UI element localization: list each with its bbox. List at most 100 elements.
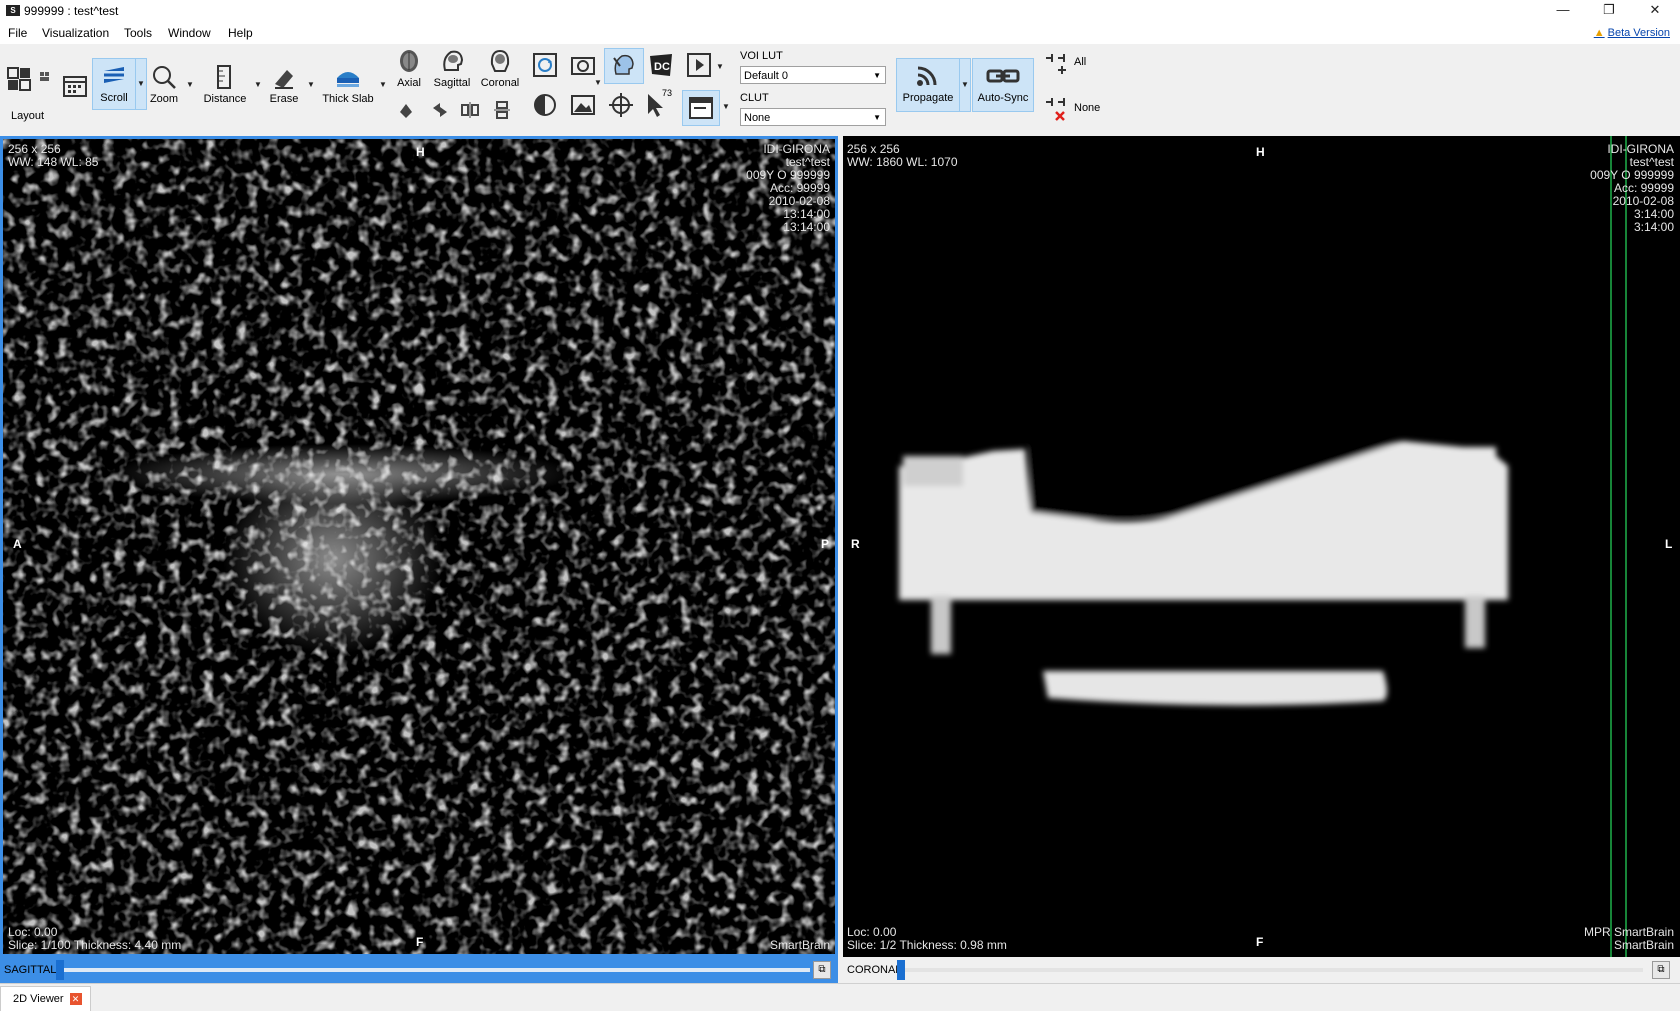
layout-small-icon (40, 72, 49, 81)
flip-button[interactable] (430, 100, 450, 120)
window-title: 999999 : test^test (24, 4, 119, 18)
close-icon[interactable]: ✕ (69, 993, 82, 1006)
right-window-level: WW: 1860 WL: 1070 (847, 155, 958, 169)
sagittal-slice-bar: SAGITTAL ⧉ (0, 957, 838, 983)
scroll-label: Scroll (100, 92, 128, 104)
thick-slab-button[interactable]: Thick Slab (320, 64, 376, 105)
flip-vertical-icon (494, 101, 510, 119)
overlay-toggle-button[interactable] (682, 90, 720, 126)
sagittal-view-button[interactable]: Sagittal (430, 48, 474, 89)
beta-version-label: Beta Version (1607, 27, 1670, 39)
distance-tool-button[interactable]: Distance (200, 64, 250, 105)
coronal-plane-label: CORONAL (847, 964, 902, 976)
coronal-view-button[interactable]: Coronal (478, 48, 522, 89)
left-series: SmartBrain (769, 938, 830, 952)
left-slice-info: Slice: 1/100 Thickness: 4.40 mm (8, 938, 182, 952)
layout-grid-button[interactable] (6, 66, 32, 92)
link-all-button[interactable] (1044, 52, 1070, 76)
zoom-dropdown-arrow[interactable]: ▼ (186, 80, 194, 89)
eraser-icon (275, 70, 293, 89)
right-patient-info: IDI-GIRONA test^test 009Y O 999999 Acc: … (1590, 143, 1674, 234)
rotate-left-button[interactable] (396, 100, 416, 120)
cine-play-button[interactable] (686, 52, 712, 78)
tab-2d-viewer[interactable]: 2D Viewer ✕ (0, 986, 91, 1011)
voi-lut-select[interactable]: Default 0 ▼ (740, 66, 886, 84)
calendar-icon (63, 76, 87, 97)
dicom-dump-button[interactable]: DC (646, 50, 676, 80)
erase-dropdown-arrow[interactable]: ▼ (307, 80, 315, 89)
sagittal-head-icon (443, 50, 464, 71)
menu-bar: File Visualization Tools Window Help ▲ Be… (0, 22, 1680, 44)
restore-button[interactable]: ❐ (1586, 0, 1632, 22)
left-patient-info: IDI-GIRONA test^test 009Y O 999999 Acc: … (746, 143, 830, 234)
zoom-tool-button[interactable]: Zoom (146, 64, 182, 105)
right-orient-left: R (851, 537, 860, 551)
thick-slab-dropdown-arrow[interactable]: ▼ (379, 80, 387, 89)
menu-window[interactable]: Window (168, 26, 211, 40)
overlay-dropdown-arrow[interactable]: ▼ (722, 102, 730, 111)
menu-visualization[interactable]: Visualization (42, 26, 109, 40)
right-series-name: SmartBrain (1613, 938, 1674, 952)
coronal-viewport[interactable]: 256 x 256 WW: 1860 WL: 1070 IDI-GIRONA t… (843, 136, 1680, 957)
invert-button[interactable] (532, 92, 558, 118)
link-none-label[interactable]: None (1074, 102, 1100, 114)
link-none-button[interactable] (1044, 96, 1070, 122)
screenshot-dropdown-arrow[interactable]: ▼ (594, 78, 602, 87)
propagate-dropdown-arrow[interactable]: ▼ (959, 58, 971, 112)
propagate-button[interactable]: Propagate (896, 58, 960, 112)
link-all-label[interactable]: All (1074, 56, 1086, 68)
chevron-down-icon: ▼ (873, 113, 881, 122)
minimize-button[interactable]: — (1540, 0, 1586, 22)
clut-select[interactable]: None ▼ (740, 108, 886, 126)
beta-version-link[interactable]: ▲ Beta Version (1594, 27, 1670, 39)
layout-options-button[interactable] (40, 72, 50, 82)
cine-dropdown-arrow[interactable]: ▼ (716, 62, 724, 71)
thick-slab-label: Thick Slab (322, 93, 374, 105)
left-orient-left: A (13, 537, 22, 551)
close-button[interactable]: ✕ (1632, 0, 1678, 22)
layout-grid-icon (7, 67, 31, 91)
cursor-3d-button[interactable]: 73 (644, 88, 674, 118)
sagittal-maximize-button[interactable]: ⧉ (813, 961, 831, 979)
thick-slab-icon (337, 72, 359, 87)
axial-brain-icon (400, 50, 418, 72)
menu-tools[interactable]: Tools (124, 26, 152, 40)
calendar-button[interactable] (62, 72, 88, 98)
auto-sync-label: Auto-Sync (977, 92, 1029, 104)
coronal-maximize-button[interactable]: ⧉ (1652, 961, 1670, 979)
coronal-slider-track[interactable] (901, 968, 1643, 972)
image-export-button[interactable] (570, 92, 596, 118)
mirror-button[interactable] (460, 100, 480, 120)
left-orient-top: H (416, 145, 425, 159)
screenshot-button[interactable] (570, 52, 598, 78)
dicom-badge-text: DC (654, 61, 670, 73)
sagittal-slider-track[interactable] (58, 968, 810, 972)
cursor-count: 73 (662, 88, 673, 98)
erase-tool-button[interactable]: Erase (264, 64, 304, 105)
auto-sync-button[interactable]: Auto-Sync (972, 58, 1034, 112)
axial-view-button[interactable]: Axial (392, 48, 426, 89)
window-level-tool-button[interactable] (604, 48, 644, 84)
app-logo-icon: S (6, 5, 20, 16)
reset-view-button[interactable] (532, 52, 558, 78)
mirror-icon (461, 102, 479, 118)
warning-icon: ▲ (1593, 27, 1605, 39)
dicom-badge-icon: DC (650, 54, 672, 76)
tab-2d-viewer-label: 2D Viewer (13, 993, 64, 1005)
sagittal-slider-handle[interactable] (56, 960, 64, 980)
coronal-slider-handle[interactable] (897, 960, 905, 980)
overlay-window-icon (689, 97, 713, 119)
link-chain-icon (986, 69, 1020, 83)
coronal-image (843, 136, 1680, 957)
flip-vertical-button[interactable] (492, 100, 512, 120)
link-all-icon (1046, 54, 1066, 74)
ruler-icon (217, 65, 231, 89)
menu-file[interactable]: File (8, 26, 27, 40)
reference-lines-button[interactable] (608, 92, 634, 118)
scroll-tool-button[interactable]: Scroll (92, 58, 136, 110)
erase-label: Erase (269, 93, 299, 105)
sagittal-viewport[interactable]: 256 x 256 WW: 148 WL: 85 IDI-GIRONA test… (0, 136, 838, 957)
play-icon (687, 53, 711, 77)
distance-dropdown-arrow[interactable]: ▼ (254, 80, 262, 89)
menu-help[interactable]: Help (228, 26, 253, 40)
